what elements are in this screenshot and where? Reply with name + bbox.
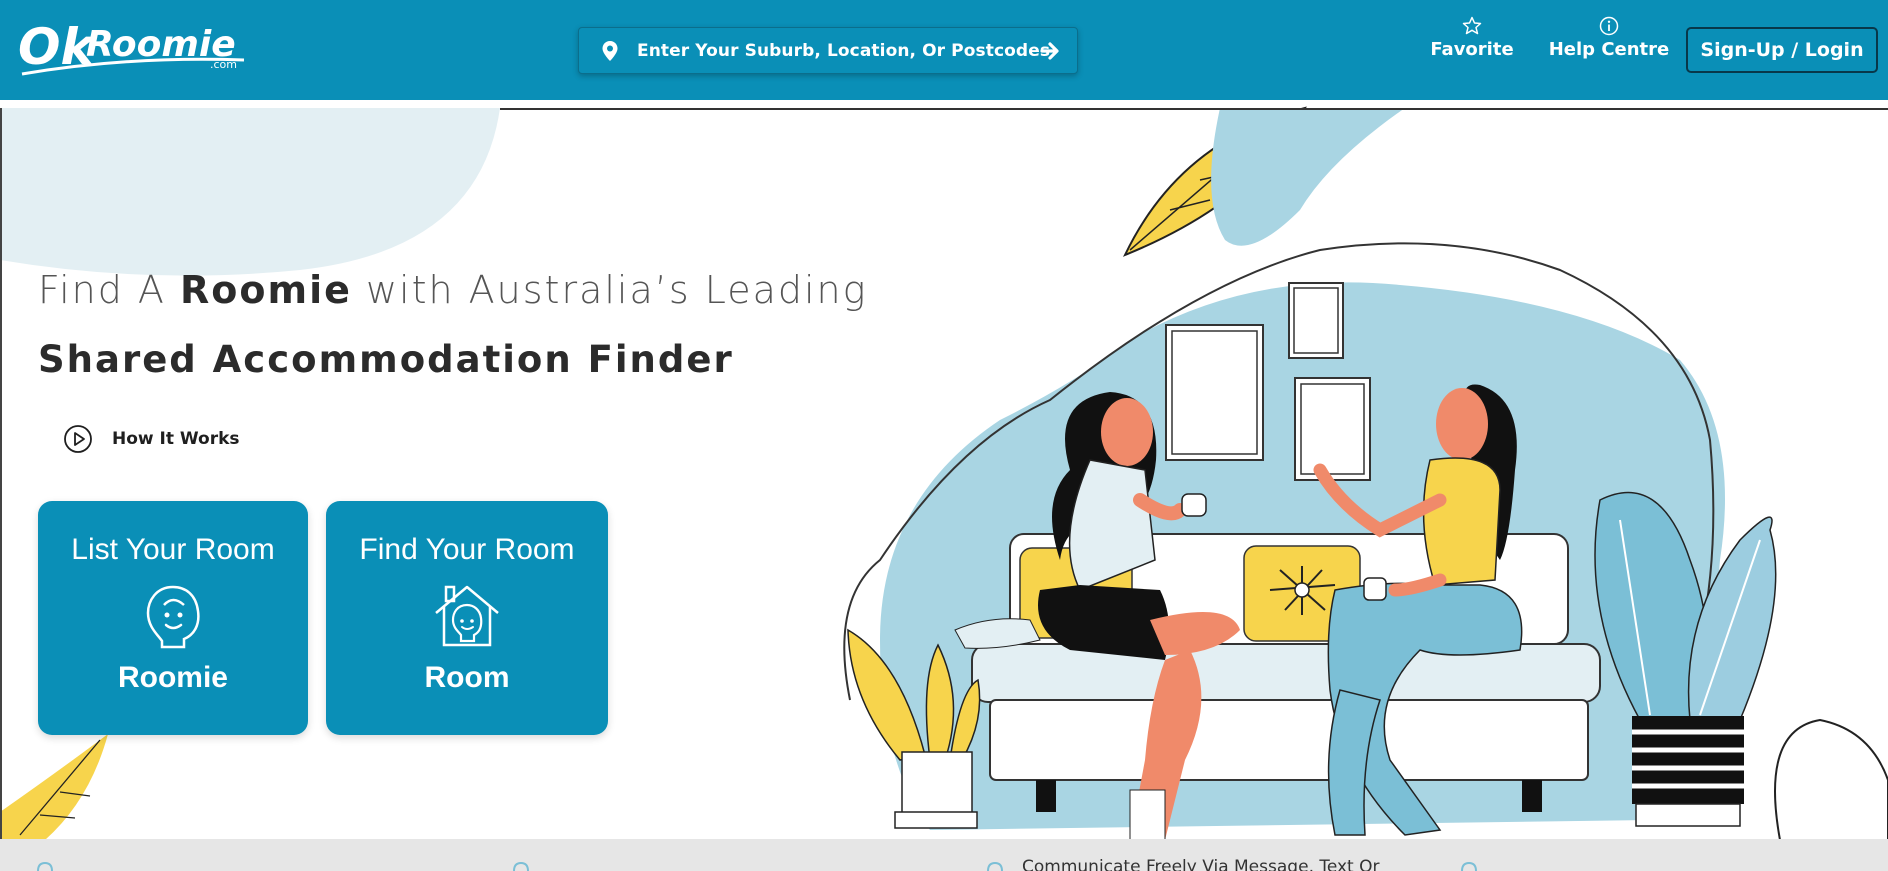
play-circle-icon <box>64 425 92 453</box>
headline-roomie: Roomie <box>180 268 352 312</box>
hero-subheadline: Shared Accommodation Finder <box>38 338 734 381</box>
house-roomie-icon <box>435 585 499 647</box>
nav-help-centre[interactable]: Help Centre <box>1546 16 1672 60</box>
how-it-works-link[interactable]: How It Works <box>62 423 240 455</box>
card-title: List Your Room <box>71 533 275 566</box>
arrow-right-icon[interactable] <box>1039 40 1061 62</box>
star-icon <box>1462 16 1482 35</box>
headline-prefix: Find A <box>38 268 181 312</box>
feature-icon <box>513 862 529 871</box>
okroomie-logo[interactable]: Ok Roomie .com <box>18 12 248 82</box>
nav-favorite[interactable]: Favorite <box>1428 16 1516 60</box>
features-strip <box>0 839 1888 871</box>
nav-favorite-label: Favorite <box>1430 39 1514 60</box>
card-label: Room <box>424 661 510 694</box>
roomie-face-icon <box>146 585 200 649</box>
left-border-line <box>0 108 2 848</box>
headline-suffix: with Australia’s Leading <box>351 268 868 312</box>
info-icon <box>1599 16 1619 36</box>
nav-help-label: Help Centre <box>1548 39 1670 60</box>
location-search-bar[interactable]: Enter Your Suburb, Location, Or Postcode… <box>578 27 1078 74</box>
page: Ok Roomie .com Enter Your Suburb, Locati… <box>0 0 1888 871</box>
top-header: Ok Roomie .com Enter Your Suburb, Locati… <box>0 0 1888 100</box>
feature-text: Communicate Freely Via Message, Text Or <box>1022 857 1380 871</box>
signup-login-button[interactable]: Sign-Up / Login <box>1686 27 1878 73</box>
hero-illustration <box>0 106 1888 841</box>
find-your-room-card[interactable]: Find Your Room Room <box>326 501 608 735</box>
hero-headline: Find A Roomie with Australia’s Leading <box>38 268 867 312</box>
list-your-room-card[interactable]: List Your Room Roomie <box>38 501 308 735</box>
feature-icon <box>1461 862 1477 871</box>
card-title: Find Your Room <box>359 533 575 566</box>
map-pin-icon <box>602 40 618 61</box>
how-it-works-label: How It Works <box>112 429 240 449</box>
search-placeholder: Enter Your Suburb, Location, Or Postcode… <box>637 40 1051 61</box>
card-label: Roomie <box>117 661 228 694</box>
feature-icon <box>987 862 1003 871</box>
divider-line <box>500 108 1888 110</box>
feature-icon <box>37 862 53 871</box>
